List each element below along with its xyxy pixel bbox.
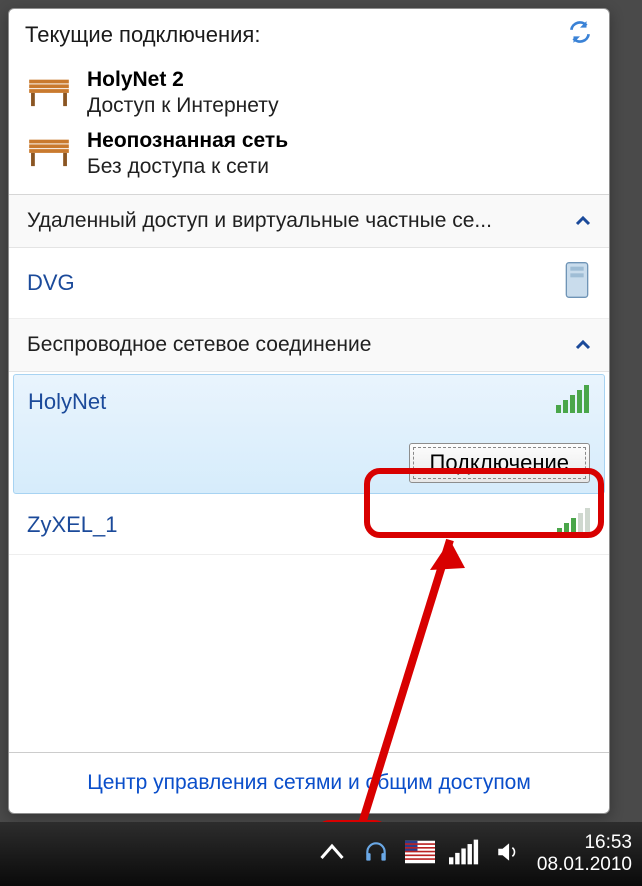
signal-icon: [557, 508, 591, 542]
flag-icon[interactable]: [405, 839, 435, 870]
time: 16:53: [537, 832, 632, 854]
computer-icon: [563, 260, 591, 306]
section-title: Удаленный доступ и виртуальные частные с…: [27, 209, 492, 233]
chevron-up-icon: [575, 333, 591, 357]
volume-icon[interactable]: [493, 839, 523, 870]
dialup-item-dvg[interactable]: DVG: [9, 248, 609, 319]
taskbar: 16:53 08.01.2010: [0, 822, 642, 886]
section-title: Беспроводное сетевое соединение: [27, 333, 371, 357]
connection-row: Неопознанная сеть Без доступа к сети: [25, 124, 593, 185]
connection-status: Без доступа к сети: [87, 154, 288, 180]
network-name: HolyNet: [28, 389, 106, 415]
network-flyout: Текущие подключения: HolyNet 2 Доступ к …: [8, 8, 610, 814]
chevron-up-icon: [575, 209, 591, 233]
signal-icon: [556, 385, 590, 419]
wireless-item-holynet[interactable]: HolyNet Подключение: [13, 374, 605, 494]
network-tray-icon[interactable]: [449, 839, 479, 870]
tray-chevron-up-icon[interactable]: [317, 839, 347, 870]
date: 08.01.2010: [537, 854, 632, 876]
wireless-item-zyxel[interactable]: ZyXEL_1: [9, 496, 609, 555]
network-name: ZyXEL_1: [27, 512, 118, 538]
system-tray: [317, 839, 523, 870]
header-title: Текущие подключения:: [25, 22, 260, 48]
taskbar-clock[interactable]: 16:53 08.01.2010: [537, 832, 632, 876]
connection-row: HolyNet 2 Доступ к Интернету: [25, 63, 593, 124]
section-header-wireless[interactable]: Беспроводное сетевое соединение: [9, 319, 609, 372]
network-name: DVG: [27, 270, 75, 296]
connection-name: Неопознанная сеть: [87, 128, 288, 154]
refresh-icon[interactable]: [567, 19, 593, 51]
connect-button[interactable]: Подключение: [409, 443, 591, 483]
headset-icon[interactable]: [361, 839, 391, 870]
connection-status: Доступ к Интернету: [87, 93, 279, 119]
connection-name: HolyNet 2: [87, 67, 279, 93]
wireless-list: HolyNet Подключение ZyXEL_1: [9, 372, 609, 555]
flyout-header: Текущие подключения:: [9, 9, 609, 59]
bench-icon: [25, 134, 73, 173]
section-header-dialup[interactable]: Удаленный доступ и виртуальные частные с…: [9, 195, 609, 248]
network-center-link[interactable]: Центр управления сетями и общим доступом: [9, 752, 609, 813]
current-connections: HolyNet 2 Доступ к Интернету Неопознанна…: [9, 59, 609, 194]
bench-icon: [25, 74, 73, 113]
